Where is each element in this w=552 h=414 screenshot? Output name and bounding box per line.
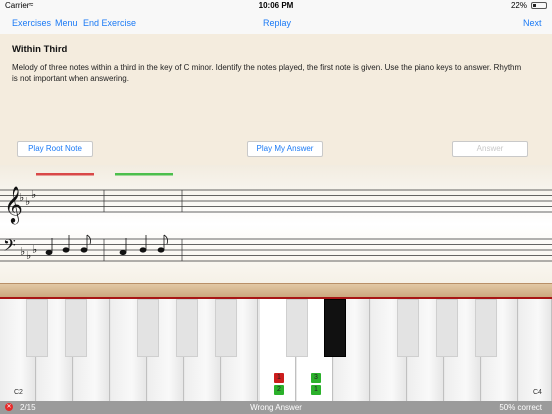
flat-icon: ♭ bbox=[26, 249, 31, 262]
end-exercise-button[interactable]: End Exercise bbox=[83, 18, 136, 28]
piano-keyboard: C2 C4 1 2 3 1 bbox=[0, 299, 552, 401]
note bbox=[80, 247, 88, 253]
note bbox=[139, 247, 147, 253]
exercise-description: Melody of three notes within a third in … bbox=[12, 63, 522, 83]
black-key-eb3[interactable] bbox=[324, 299, 346, 357]
black-key[interactable] bbox=[286, 299, 308, 357]
black-key[interactable] bbox=[26, 299, 48, 357]
black-key[interactable] bbox=[65, 299, 87, 357]
wrong-note-bar bbox=[36, 173, 94, 176]
battery-percent: 22% bbox=[510, 1, 527, 10]
nav-bar: Exercises Menu End Exercise Replay Next bbox=[0, 12, 552, 35]
note bbox=[157, 247, 165, 253]
exercises-button[interactable]: Exercises bbox=[12, 18, 51, 28]
menu-button[interactable]: Menu bbox=[55, 18, 78, 28]
flat-icon: ♭ bbox=[31, 188, 36, 201]
flat-icon: ♭ bbox=[19, 191, 24, 204]
correct-note-marker: 2 bbox=[274, 385, 284, 395]
flat-icon: ♭ bbox=[32, 243, 37, 256]
correct-note-bar bbox=[115, 173, 173, 176]
percent-correct: 50% correct bbox=[499, 403, 542, 412]
white-key[interactable]: C4 bbox=[519, 299, 552, 401]
key-label-c2: C2 bbox=[14, 389, 23, 396]
notes-measure-2 bbox=[119, 234, 168, 256]
clock: 10:06 PM bbox=[258, 1, 294, 10]
status-bar: Carrier ≈ 10:06 PM 22% bbox=[0, 0, 552, 12]
note bbox=[45, 249, 53, 256]
black-key[interactable] bbox=[215, 299, 237, 357]
replay-button[interactable]: Replay bbox=[263, 18, 291, 28]
exercise-panel: Within Third Melody of three notes withi… bbox=[0, 34, 552, 165]
music-staff: 𝄞 ♭ ♭ ♭ 𝄢 ♭ ♭ ♭ bbox=[0, 173, 552, 262]
black-key[interactable] bbox=[397, 299, 419, 357]
note bbox=[119, 249, 127, 256]
keyboard-rail bbox=[0, 283, 552, 298]
next-button[interactable]: Next bbox=[523, 18, 542, 28]
black-key[interactable] bbox=[176, 299, 198, 357]
answer-button[interactable]: Answer bbox=[452, 141, 528, 157]
correct-note-marker: 3 bbox=[311, 373, 321, 383]
black-key[interactable] bbox=[436, 299, 458, 357]
answer-status: Wrong Answer bbox=[250, 403, 302, 412]
battery-icon bbox=[531, 2, 547, 9]
correct-note-marker: 1 bbox=[311, 385, 321, 395]
black-key[interactable] bbox=[137, 299, 159, 357]
exercise-title: Within Third bbox=[12, 44, 68, 55]
flat-icon: ♭ bbox=[20, 245, 25, 258]
note bbox=[62, 247, 70, 253]
play-root-note-button[interactable]: Play Root Note bbox=[17, 141, 93, 157]
bottom-bar: ✕ 2/15 Wrong Answer 50% correct bbox=[0, 401, 552, 414]
score-area: 𝄞 ♭ ♭ ♭ 𝄢 ♭ ♭ ♭ bbox=[0, 165, 552, 283]
notes-measure-1 bbox=[45, 234, 91, 256]
key-label-c4: C4 bbox=[533, 389, 542, 396]
bass-clef-icon: 𝄢 bbox=[3, 235, 16, 259]
flat-icon: ♭ bbox=[25, 195, 30, 208]
wrong-note-marker: 1 bbox=[274, 373, 284, 383]
play-my-answer-button[interactable]: Play My Answer bbox=[247, 141, 323, 157]
treble-staff bbox=[0, 189, 552, 213]
black-key[interactable] bbox=[475, 299, 497, 357]
